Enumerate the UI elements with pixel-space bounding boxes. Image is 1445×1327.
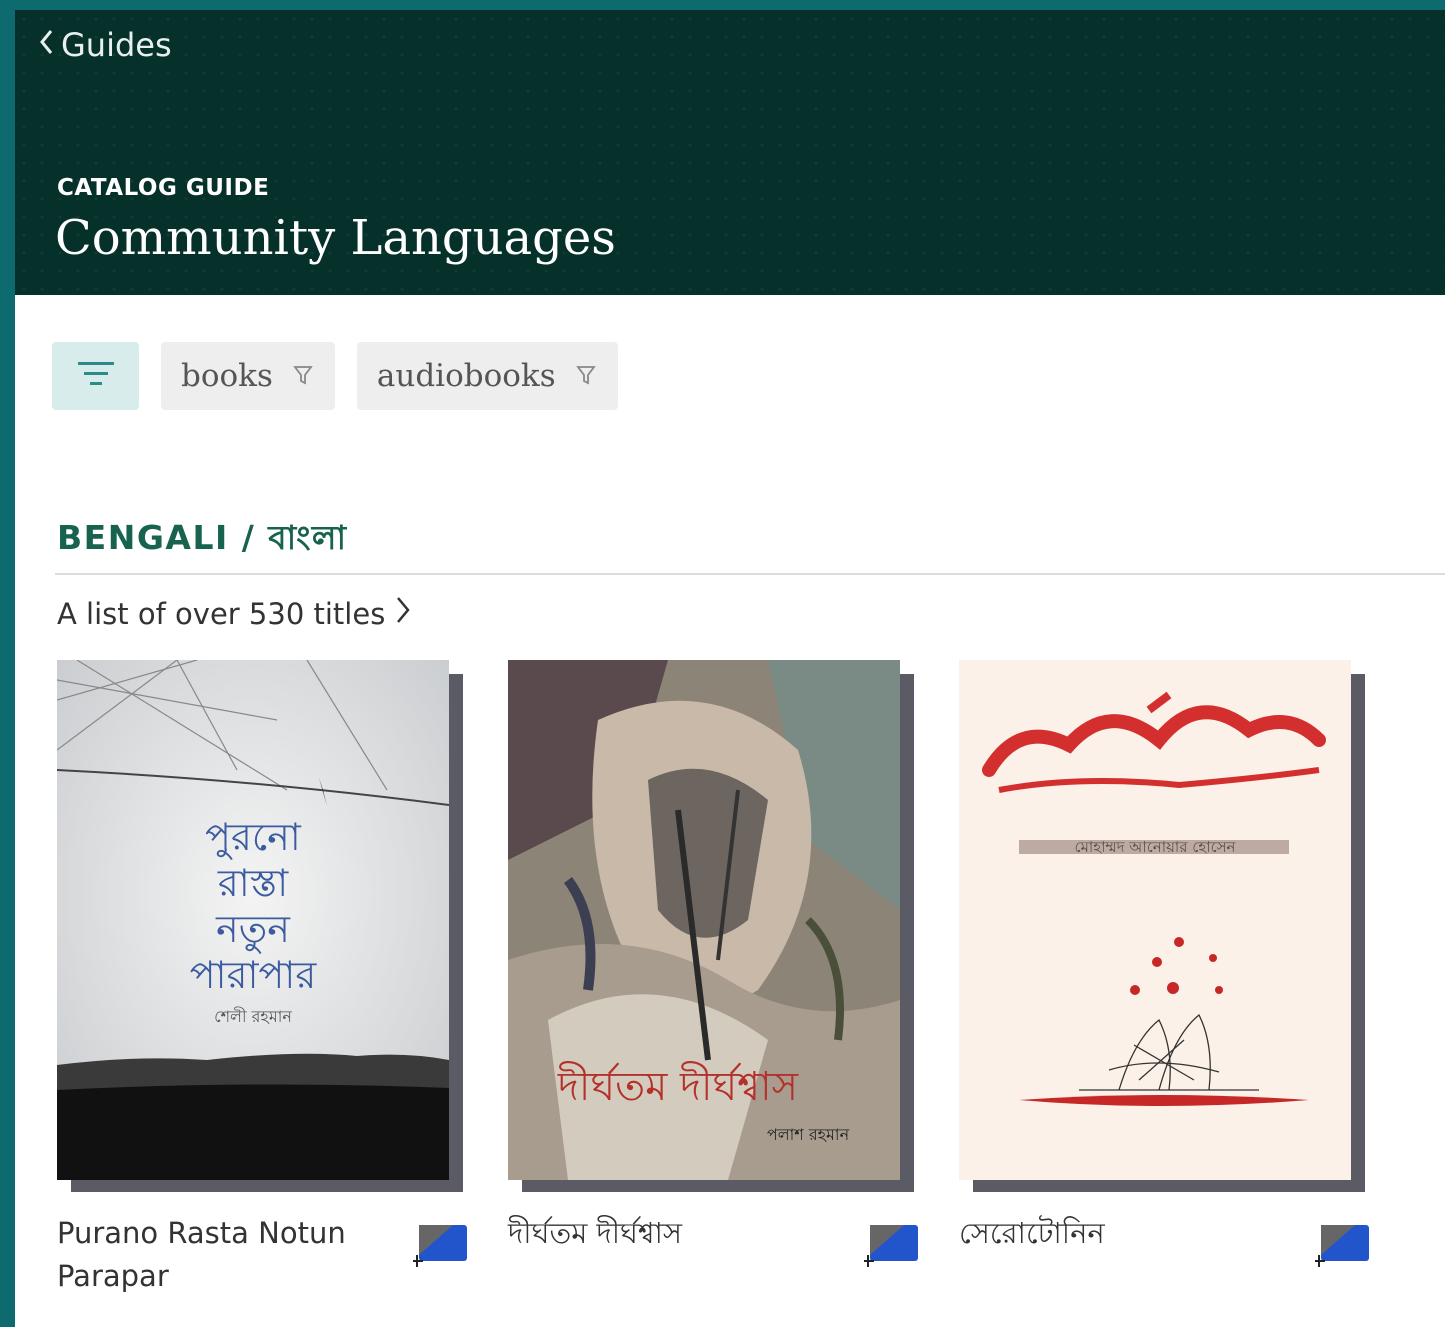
guide-page: Guides CATALOG GUIDE Community Languages… [15,10,1445,1327]
guide-eyebrow: CATALOG GUIDE [57,175,270,201]
book-card[interactable]: দীর্ঘতম দীর্ঘশ্বাস পলাশ রহমান দীর্ঘতম দীর… [508,660,928,1320]
back-label: Guides [61,26,172,64]
cover-title-line: রাস্তা [217,861,289,905]
page-title: Community Languages [55,210,616,266]
add-to-list-icon [862,1225,920,1273]
add-to-list-button[interactable] [411,1225,469,1269]
chevron-right-icon [395,595,411,632]
book-cover[interactable]: দীর্ঘতম দীর্ঘশ্বাস পলাশ রহমান [508,660,900,1180]
book-card[interactable]: মোহাম্মদ আনোয়ার হোসেন সেরোটোনিন [959,660,1379,1320]
filter-lines-icon [76,359,116,393]
chevron-left-icon [37,26,55,64]
book-title[interactable]: সেরোটোনিন [959,1212,1299,1255]
funnel-icon [293,358,313,394]
title-list-link[interactable]: A list of over 530 titles [57,595,411,632]
cover-title-line: পারাপার [190,953,318,997]
book-title[interactable]: Purano Rasta Notun Parapar [57,1212,397,1298]
add-to-list-button[interactable] [1313,1225,1371,1269]
section-divider [55,573,1445,575]
guide-header: Guides CATALOG GUIDE Community Languages [15,10,1445,295]
filter-chip-books[interactable]: books [161,342,335,410]
filter-bar: books audiobooks [52,342,618,410]
filter-toggle-button[interactable] [52,342,139,410]
filter-chip-audiobooks[interactable]: audiobooks [356,342,618,410]
cover-author: পলাশ রহমান [767,1125,850,1144]
cover-author: মোহাম্মদ আনোয়ার হোসেন [1074,838,1236,856]
book-card[interactable]: পুরনো রাস্তা নতুন পারাপার শেলী রহমান Purano … [57,660,477,1320]
book-cover[interactable]: পুরনো রাস্তা নতুন পারাপার শেলী রহমান [57,660,449,1180]
book-cover[interactable]: মোহাম্মদ আনোয়ার হোসেন [959,660,1351,1180]
add-to-list-icon [1313,1225,1371,1273]
cover-author: শেলী রহমান [214,1007,292,1026]
cover-title-line: নতুন [215,907,291,954]
section-heading: BENGALI / বাংলা [57,518,348,557]
add-to-list-button[interactable] [862,1225,920,1269]
book-title[interactable]: দীর্ঘতম দীর্ঘশ্বাস [508,1212,848,1255]
list-link-label: A list of over 530 titles [57,596,386,631]
chip-label: audiobooks [376,358,556,394]
funnel-icon [575,358,596,394]
back-link[interactable]: Guides [37,26,172,64]
add-to-list-icon [411,1225,469,1273]
cover-title-line: দীর্ঘতম দীর্ঘশ্বাস [557,1061,799,1110]
cover-title-line: পুরনো [205,815,302,861]
chip-label: books [181,358,273,394]
